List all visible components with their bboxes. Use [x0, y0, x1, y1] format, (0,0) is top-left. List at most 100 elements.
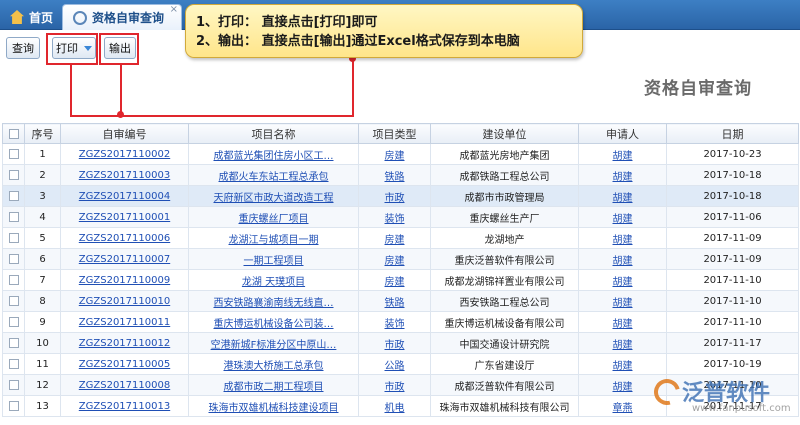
project-name-link[interactable]: 龙湖江与城项目一期 [229, 235, 319, 246]
review-number-link[interactable]: ZGZS2017110010 [79, 296, 170, 307]
project-type-link[interactable]: 铁路 [385, 298, 405, 309]
column-header[interactable]: 自审编号 [60, 123, 189, 144]
review-number-link[interactable]: ZGZS2017110001 [79, 212, 170, 223]
table-row[interactable]: 4 ZGZS2017110001 重庆螺丝厂项目 装饰 重庆螺丝生产厂 胡建 2017-11… [2, 206, 799, 228]
table-cell: 铁路 [358, 164, 431, 186]
table-row[interactable]: 7 ZGZS2017110009 龙湖 天璞项目 房建 成都龙湖锦祥置业有限公司 胡建 20… [2, 269, 799, 291]
project-type-link[interactable]: 房建 [385, 277, 405, 288]
column-header[interactable]: 申请人 [578, 123, 667, 144]
row-checkbox[interactable] [2, 353, 25, 375]
print-highlight-box [46, 33, 98, 65]
table-row[interactable]: 11 ZGZS2017110005 港珠澳大桥施工总承包 公路 广东省建设厅 胡建 2017… [2, 353, 799, 375]
row-checkbox[interactable] [2, 248, 25, 270]
applicant-link[interactable]: 胡建 [613, 172, 633, 183]
table-cell: 房建 [358, 248, 431, 270]
table-cell: 10 [24, 332, 61, 354]
project-type-link[interactable]: 市政 [385, 340, 405, 351]
project-name-link[interactable]: 重庆螺丝厂项目 [239, 214, 309, 225]
applicant-link[interactable]: 胡建 [613, 361, 633, 372]
table-cell: 铁路 [358, 290, 431, 312]
applicant-link[interactable]: 胡建 [613, 340, 633, 351]
project-type-link[interactable]: 房建 [385, 235, 405, 246]
tab-qualification-review[interactable]: 资格自审查询 × [62, 4, 182, 30]
table-row[interactable]: 8 ZGZS2017110010 西安铁路襄渝南线无线直… 铁路 西安铁路工程总公司 胡建… [2, 290, 799, 312]
table-row[interactable]: 3 ZGZS2017110004 天府新区市政大道改造工程 市政 成都市市政管理局 胡建 2… [2, 185, 799, 207]
applicant-link[interactable]: 胡建 [613, 193, 633, 204]
table-cell: 2017-10-23 [666, 143, 799, 165]
project-type-link[interactable]: 装饰 [385, 319, 405, 330]
project-type-link[interactable]: 房建 [385, 151, 405, 162]
project-type-link[interactable]: 市政 [385, 193, 405, 204]
project-name-link[interactable]: 成都市政二期工程项目 [224, 382, 324, 393]
table-cell: ZGZS2017110011 [60, 311, 189, 333]
column-header[interactable]: 项目类型 [358, 123, 431, 144]
table-row[interactable]: 10 ZGZS2017110012 空港新城F标准分区中原山… 市政 中国交通设计研究院… [2, 332, 799, 354]
project-type-link[interactable]: 机电 [385, 403, 405, 414]
table-cell: 西安铁路工程总公司 [430, 290, 579, 312]
review-number-link[interactable]: ZGZS2017110012 [79, 338, 170, 349]
row-checkbox[interactable] [2, 374, 25, 396]
table-row[interactable]: 6 ZGZS2017110007 一期工程项目 房建 重庆泛普软件有限公司 胡建 2017-… [2, 248, 799, 270]
row-checkbox[interactable] [2, 185, 25, 207]
column-header[interactable]: 日期 [666, 123, 799, 144]
row-checkbox[interactable] [2, 332, 25, 354]
row-checkbox[interactable] [2, 143, 25, 165]
project-type-link[interactable]: 房建 [385, 256, 405, 267]
query-button-label: 查询 [12, 42, 34, 55]
table-row[interactable]: 5 ZGZS2017110006 龙湖江与城项目一期 房建 龙湖地产 胡建 2017-11-… [2, 227, 799, 249]
table-row[interactable]: 2 ZGZS2017110003 成都火车东站工程总承包 铁路 成都铁路工程总公司 胡建 2… [2, 164, 799, 186]
column-header[interactable]: 建设单位 [430, 123, 579, 144]
project-name-link[interactable]: 珠海市双雄机械科技建设项目 [209, 403, 339, 414]
column-header[interactable]: 项目名称 [188, 123, 359, 144]
project-name-link[interactable]: 空港新城F标准分区中原山… [211, 340, 337, 351]
table-row[interactable]: 9 ZGZS2017110011 重庆博运机械设备公司装… 装饰 重庆博运机械设备有限公… [2, 311, 799, 333]
applicant-link[interactable]: 胡建 [613, 256, 633, 267]
review-number-link[interactable]: ZGZS2017110004 [79, 191, 170, 202]
project-type-link[interactable]: 铁路 [385, 172, 405, 183]
project-name-link[interactable]: 港珠澳大桥施工总承包 [224, 361, 324, 372]
row-checkbox[interactable] [2, 290, 25, 312]
row-checkbox[interactable] [2, 311, 25, 333]
table-cell: 胡建 [578, 332, 667, 354]
applicant-link[interactable]: 胡建 [613, 235, 633, 246]
query-button[interactable]: 查询 [6, 37, 40, 59]
project-type-link[interactable]: 公路 [385, 361, 405, 372]
row-checkbox[interactable] [2, 269, 25, 291]
close-tab-icon[interactable]: × [170, 4, 178, 15]
project-type-link[interactable]: 装饰 [385, 214, 405, 225]
column-header[interactable]: 序号 [24, 123, 61, 144]
project-name-link[interactable]: 一期工程项目 [244, 256, 304, 267]
applicant-link[interactable]: 章燕 [613, 403, 633, 414]
project-name-link[interactable]: 西安铁路襄渝南线无线直… [214, 298, 334, 309]
table-row[interactable]: 1 ZGZS2017110002 成都蓝光集团住房小区工… 房建 成都蓝光房地产集团 胡建… [2, 143, 799, 165]
review-number-link[interactable]: ZGZS2017110009 [79, 275, 170, 286]
review-number-link[interactable]: ZGZS2017110002 [79, 149, 170, 160]
review-number-link[interactable]: ZGZS2017110003 [79, 170, 170, 181]
project-name-link[interactable]: 成都火车东站工程总承包 [219, 172, 329, 183]
row-checkbox[interactable] [2, 395, 25, 417]
review-number-link[interactable]: ZGZS2017110008 [79, 380, 170, 391]
review-number-link[interactable]: ZGZS2017110006 [79, 233, 170, 244]
table-cell: ZGZS2017110002 [60, 143, 189, 165]
review-number-link[interactable]: ZGZS2017110011 [79, 317, 170, 328]
applicant-link[interactable]: 胡建 [613, 382, 633, 393]
applicant-link[interactable]: 胡建 [613, 214, 633, 225]
project-name-link[interactable]: 龙湖 天璞项目 [242, 277, 305, 288]
tab-home[interactable]: 首页 [0, 4, 64, 30]
project-type-link[interactable]: 市政 [385, 382, 405, 393]
project-name-link[interactable]: 重庆博运机械设备公司装… [214, 319, 334, 330]
table-cell: 成都蓝光房地产集团 [430, 143, 579, 165]
applicant-link[interactable]: 胡建 [613, 298, 633, 309]
project-name-link[interactable]: 天府新区市政大道改造工程 [214, 193, 334, 204]
applicant-link[interactable]: 胡建 [613, 277, 633, 288]
review-number-link[interactable]: ZGZS2017110013 [79, 401, 170, 412]
applicant-link[interactable]: 胡建 [613, 319, 633, 330]
row-checkbox[interactable] [2, 227, 25, 249]
project-name-link[interactable]: 成都蓝光集团住房小区工… [214, 151, 334, 162]
review-number-link[interactable]: ZGZS2017110007 [79, 254, 170, 265]
row-checkbox[interactable] [2, 206, 25, 228]
review-number-link[interactable]: ZGZS2017110005 [79, 359, 170, 370]
applicant-link[interactable]: 胡建 [613, 151, 633, 162]
select-all-checkbox[interactable] [2, 123, 25, 144]
row-checkbox[interactable] [2, 164, 25, 186]
